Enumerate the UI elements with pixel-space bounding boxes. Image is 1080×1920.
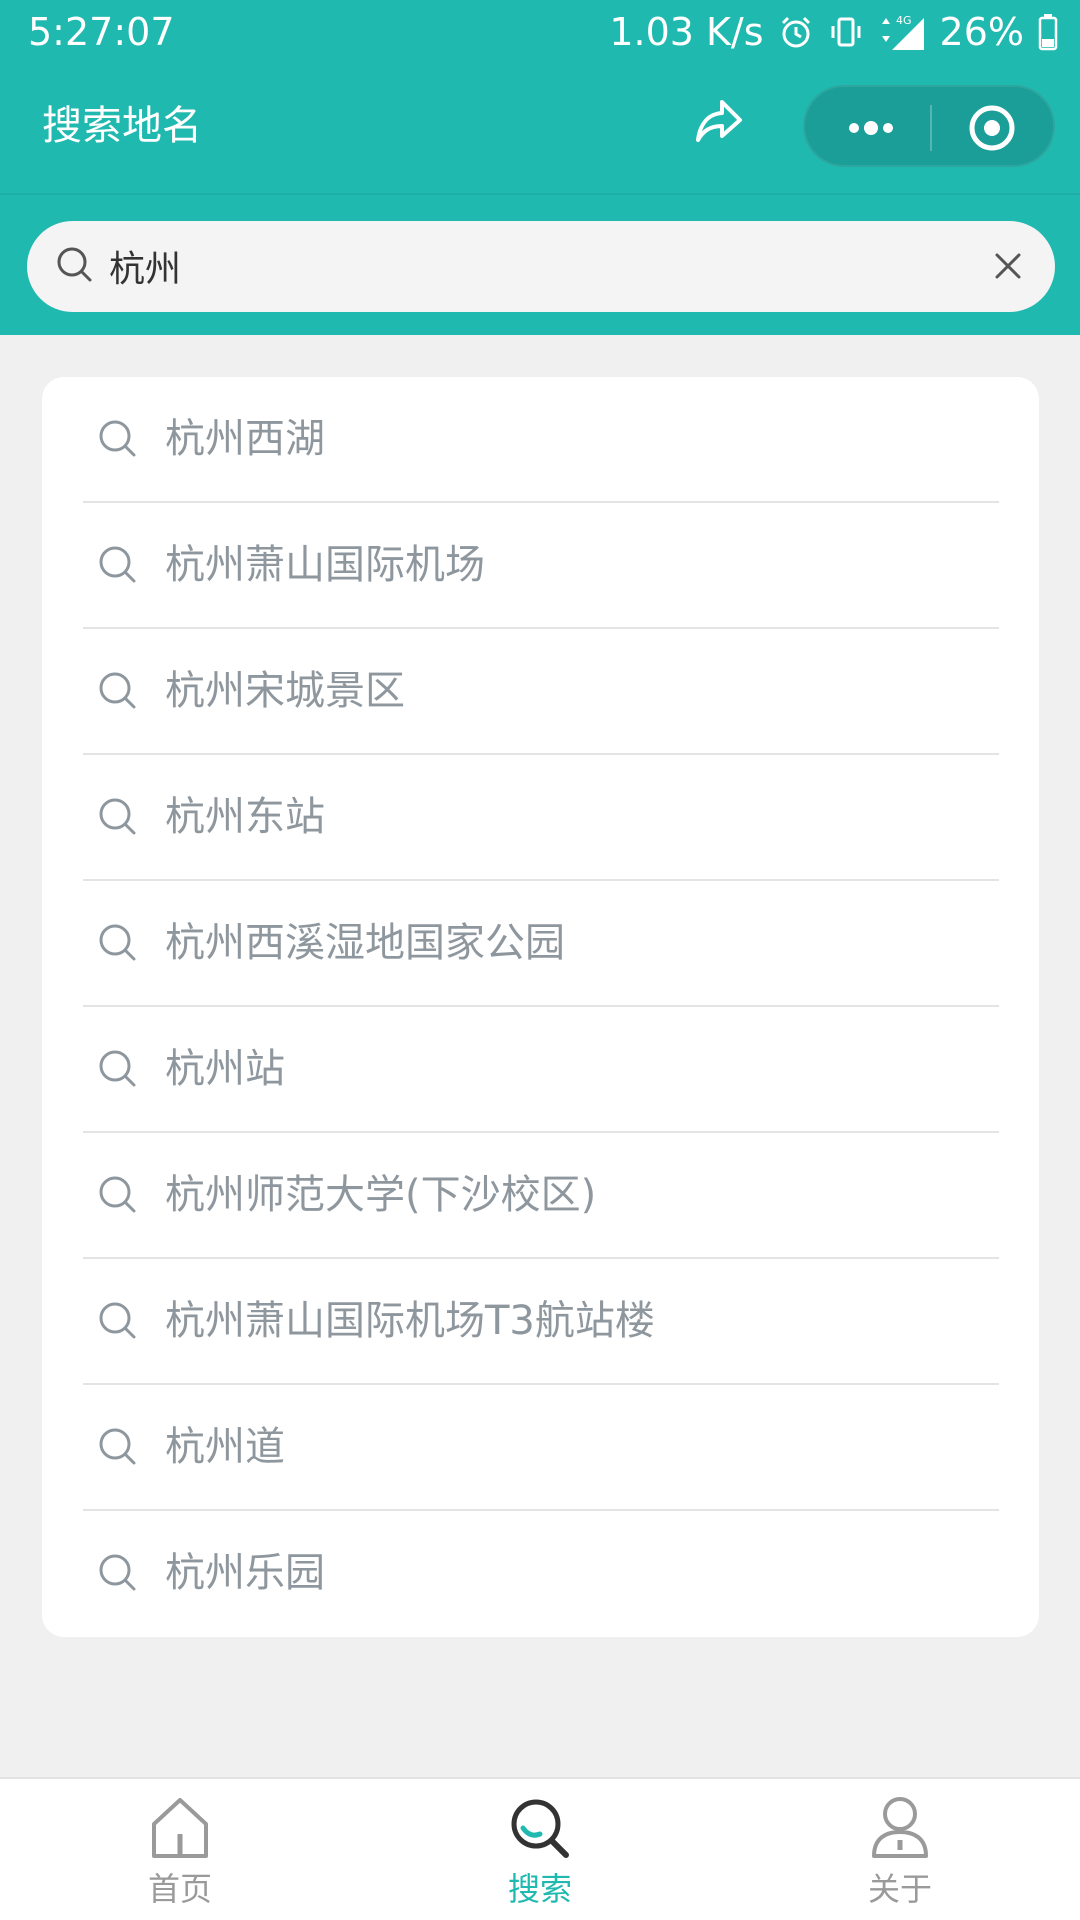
result-item-label: 杭州道 (165, 1424, 285, 1470)
search-icon (96, 417, 140, 461)
search-icon (96, 1425, 140, 1469)
result-item-label: 杭州东站 (165, 794, 325, 840)
battery-percent: 26% (939, 10, 1024, 54)
clear-icon[interactable] (987, 245, 1029, 287)
result-item[interactable]: 杭州站 (42, 1007, 1039, 1133)
status-time: 5:27:07 (28, 10, 175, 54)
search-icon (96, 795, 140, 839)
result-item[interactable]: 杭州东站 (42, 755, 1039, 881)
page-title: 搜索地名 (42, 103, 202, 149)
nav-divider (0, 193, 1080, 195)
tab-about[interactable]: 关于 (810, 1779, 990, 1920)
result-item-label: 杭州萧山国际机场 (165, 542, 485, 588)
result-item[interactable]: 杭州道 (42, 1385, 1039, 1511)
search-icon (96, 1551, 140, 1595)
result-item-label: 杭州宋城景区 (165, 668, 405, 714)
battery-icon (1038, 13, 1058, 51)
more-icon[interactable] (831, 101, 911, 155)
search-icon (96, 1047, 140, 1091)
net-speed: 1.03 K/s (609, 10, 764, 54)
tab-search-label: 搜索 (507, 1870, 572, 1908)
search-icon (96, 543, 140, 587)
capsule-divider (930, 105, 932, 151)
search-icon (96, 1299, 140, 1343)
tab-home[interactable]: 首页 (90, 1779, 270, 1920)
search-icon (96, 1173, 140, 1217)
mini-program-capsule (803, 85, 1055, 167)
result-item[interactable]: 杭州萧山国际机场 (42, 503, 1039, 629)
share-icon[interactable] (692, 94, 748, 150)
tab-about-label: 关于 (867, 1870, 932, 1908)
result-item[interactable]: 杭州萧山国际机场T3航站楼 (42, 1259, 1039, 1385)
home-icon (148, 1794, 212, 1862)
result-item-label: 杭州西溪湿地国家公园 (165, 920, 565, 966)
status-bar: 5:27:07 1.03 K/s 4G 26% (0, 0, 1080, 64)
close-target-icon[interactable] (965, 101, 1019, 155)
search-icon (508, 1794, 572, 1862)
tab-home-label: 首页 (147, 1870, 212, 1908)
result-item[interactable]: 杭州乐园 (42, 1511, 1039, 1637)
svg-text:4G: 4G (896, 14, 912, 27)
search-results-list: 杭州西湖杭州萧山国际机场 杭州宋城景区 杭州东站杭州西溪湿地国家公园 杭州站杭州师范大… (42, 377, 1039, 1637)
signal-icon: 4G (878, 12, 926, 52)
alarm-icon (778, 14, 814, 50)
search-icon (96, 921, 140, 965)
result-item-label: 杭州师范大学(下沙校区) (165, 1172, 597, 1218)
result-item-label: 杭州站 (165, 1046, 285, 1092)
search-input[interactable] (109, 237, 929, 295)
result-item-label: 杭州乐园 (165, 1550, 325, 1596)
search-bar[interactable] (27, 221, 1055, 312)
result-item[interactable]: 杭州师范大学(下沙校区) (42, 1133, 1039, 1259)
tab-search[interactable]: 搜索 (450, 1779, 630, 1920)
result-item-label: 杭州萧山国际机场T3航站楼 (165, 1298, 655, 1344)
result-item[interactable]: 杭州宋城景区 (42, 629, 1039, 755)
search-icon (53, 243, 97, 287)
user-icon (868, 1794, 932, 1862)
search-icon (96, 669, 140, 713)
status-indicators: 1.03 K/s 4G 26% (609, 8, 1058, 56)
result-item-label: 杭州西湖 (165, 416, 325, 462)
result-item[interactable]: 杭州西溪湿地国家公园 (42, 881, 1039, 1007)
result-item[interactable]: 杭州西湖 (42, 377, 1039, 503)
tab-bar: 首页 搜索 关于 (0, 1777, 1080, 1920)
vibrate-icon (828, 14, 864, 50)
